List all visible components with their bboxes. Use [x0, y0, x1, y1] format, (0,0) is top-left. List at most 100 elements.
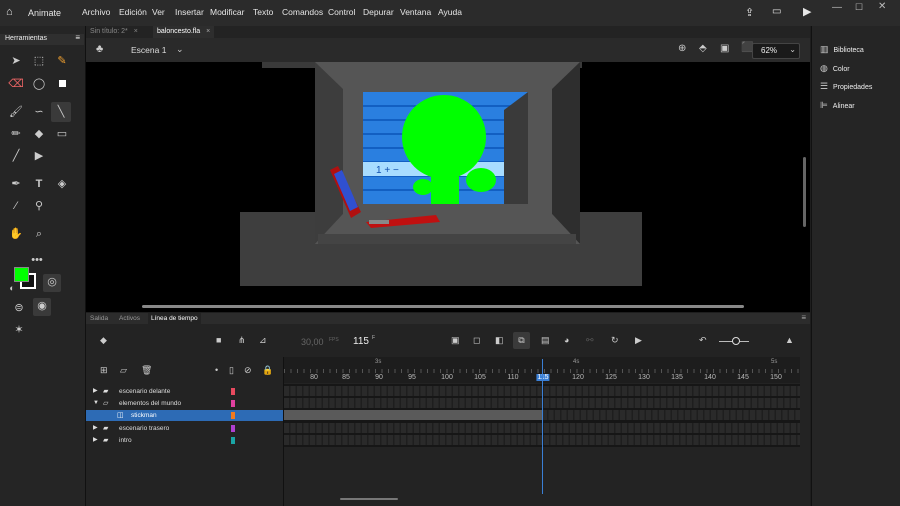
visibility-icon[interactable]: ⊘	[244, 365, 252, 376]
tab-output[interactable]: Salida	[90, 315, 108, 322]
layer-row[interactable]: ▶ ▰ intro	[86, 435, 283, 446]
tween-icon[interactable]: ⧉	[513, 332, 530, 349]
scene-name[interactable]: Escena 1	[131, 45, 166, 55]
outline-icon[interactable]: ▯	[229, 365, 234, 376]
loop-icon[interactable]: ↻	[611, 335, 619, 346]
menu-control[interactable]: Control	[328, 7, 355, 17]
lasso-tool-icon[interactable]: ◯	[30, 76, 48, 92]
layer-color-swatch[interactable]	[231, 425, 235, 432]
current-frame[interactable]: 115	[353, 336, 369, 347]
menu-ver[interactable]: Ver	[152, 7, 165, 17]
tab-timeline[interactable]: Línea de tiempo	[148, 313, 201, 324]
library-panel-item[interactable]: ▥ Biblioteca	[820, 44, 864, 55]
subselection-tool-icon[interactable]: ⬚	[30, 53, 48, 69]
fps-value[interactable]: 30,00	[301, 337, 324, 347]
home-icon[interactable]: ⌂	[6, 6, 13, 18]
chevron-down-icon[interactable]: ⌄	[176, 44, 184, 55]
zoom-select[interactable]: 62% ⌄	[752, 43, 800, 59]
doc-tab-baloncesto[interactable]: baloncesto.fla ×	[153, 26, 215, 38]
color-panel-item[interactable]: ◍ Color	[820, 63, 850, 74]
eraser-tool-icon[interactable]: ⌫	[7, 76, 25, 92]
pencil-tool-icon[interactable]: ✎	[53, 53, 71, 69]
lock-icon[interactable]: 🔒	[262, 365, 273, 376]
paint-bucket-icon[interactable]: ◈	[53, 176, 71, 192]
blank-keyframe-icon[interactable]: ◻	[473, 335, 480, 346]
menu-ventana[interactable]: Ventana	[400, 7, 431, 17]
close-icon[interactable]: ✕	[878, 1, 886, 12]
snap-icon[interactable]: ⊜	[10, 300, 28, 316]
collapse-arrow-icon[interactable]: ▼	[93, 398, 99, 409]
fluid-brush-icon[interactable]: ∽	[30, 104, 48, 120]
layer-color-swatch[interactable]	[231, 412, 235, 419]
fit-stage-icon[interactable]: ▣	[720, 43, 729, 54]
more-tools-icon[interactable]: •••	[28, 252, 46, 268]
layer-row-selected[interactable]: ◫ stickman	[86, 410, 283, 421]
close-tab-icon[interactable]: ×	[206, 28, 210, 35]
object-drawing-icon[interactable]: ◎	[43, 274, 61, 292]
current-frame-marker[interactable]: 115	[536, 374, 550, 381]
layer-row[interactable]: ▼ ▱ elementos del mundo	[86, 398, 283, 409]
auto-keyframe-icon[interactable]: ▤	[541, 335, 550, 346]
close-tab-icon[interactable]: ×	[134, 28, 138, 35]
brush-tool-icon[interactable]: ╲	[51, 102, 71, 122]
frame-span-selected[interactable]	[284, 410, 542, 420]
undo-icon[interactable]: ↶	[699, 335, 707, 346]
onion-skin-icon[interactable]: ◕	[564, 335, 569, 345]
expand-arrow-icon[interactable]: ▶	[93, 423, 98, 434]
add-folder-icon[interactable]: ▱	[120, 365, 127, 376]
zoom-tool-icon[interactable]: ⌕	[30, 226, 48, 242]
eraser-icon[interactable]: ◆	[30, 126, 48, 142]
insert-keyframe-icon[interactable]: ▣	[451, 335, 460, 346]
menu-edicion[interactable]: Edición	[119, 7, 147, 17]
hand-tool-icon[interactable]: ✋	[7, 226, 25, 242]
center-stage-icon[interactable]: ⊕	[678, 43, 686, 54]
eyedropper-icon[interactable]: ⁄	[7, 198, 25, 214]
layer-color-swatch[interactable]	[231, 400, 235, 407]
playhead[interactable]	[542, 359, 543, 494]
mountain-icon[interactable]: ▲	[785, 335, 794, 345]
menu-modificar[interactable]: Modificar	[210, 7, 244, 17]
delete-layer-icon[interactable]: 🗑	[141, 365, 152, 376]
play-icon[interactable]: ▶	[635, 335, 642, 346]
slider-thumb[interactable]	[732, 337, 740, 345]
menu-depurar[interactable]: Depurar	[363, 7, 394, 17]
menu-insertar[interactable]: Insertar	[175, 7, 204, 17]
swap-colors-icon[interactable]: ◐	[3, 280, 21, 296]
parenting-icon[interactable]: ⋔	[238, 335, 246, 346]
text-tool-icon[interactable]: T	[30, 176, 48, 192]
layer-color-swatch[interactable]	[231, 388, 235, 395]
clip-icon[interactable]: ⬘	[699, 43, 707, 54]
menu-archivo[interactable]: Archivo	[82, 7, 110, 17]
highlight-dot-icon[interactable]: •	[215, 365, 218, 375]
brush-mode-icon[interactable]: ◉	[33, 298, 51, 316]
panel-menu-icon[interactable]: ≡	[75, 33, 80, 42]
rectangle-tool-icon[interactable]: ▭	[53, 126, 71, 142]
tab-assets[interactable]: Activos	[119, 315, 140, 322]
menu-comandos[interactable]: Comandos	[282, 7, 323, 17]
clubs-icon[interactable]: ♣	[96, 43, 103, 55]
panel-menu-icon[interactable]: ≡	[801, 313, 806, 322]
expand-arrow-icon[interactable]: ▶	[93, 435, 98, 446]
doc-tab-untitled[interactable]: Sin título: 2* ×	[86, 26, 142, 38]
magic-wand-icon[interactable]: ✶	[10, 322, 28, 338]
layer-row[interactable]: ▶ ▰ escenario trasero	[86, 423, 283, 434]
add-layer-icon[interactable]: ⊞	[100, 365, 108, 376]
share-icon[interactable]: ⇪	[745, 6, 754, 19]
camera-icon[interactable]: ■	[216, 335, 221, 345]
frame-track[interactable]	[542, 410, 800, 420]
test-movie-icon[interactable]: ▶	[803, 5, 811, 18]
rectangle-fill-icon[interactable]	[53, 76, 71, 92]
link-icon[interactable]: ⚯	[586, 335, 594, 346]
graph-icon[interactable]: ⊿	[259, 335, 267, 346]
layers-icon[interactable]: ◆	[100, 335, 107, 346]
publish-icon[interactable]: ▭	[772, 6, 781, 17]
properties-panel-item[interactable]: ☰ Propiedades	[820, 81, 872, 92]
pencil-icon[interactable]: ✏	[7, 126, 25, 142]
stage-area[interactable]: 1 + −	[86, 62, 810, 312]
camera-tool-icon[interactable]: ▶	[30, 148, 48, 164]
menu-texto[interactable]: Texto	[253, 7, 273, 17]
maximize-icon[interactable]: ☐	[855, 2, 863, 13]
pen-tool-icon[interactable]: ✒	[7, 176, 25, 192]
selection-tool-icon[interactable]: ➤	[7, 53, 25, 69]
frame-icon[interactable]: ◧	[495, 335, 504, 346]
